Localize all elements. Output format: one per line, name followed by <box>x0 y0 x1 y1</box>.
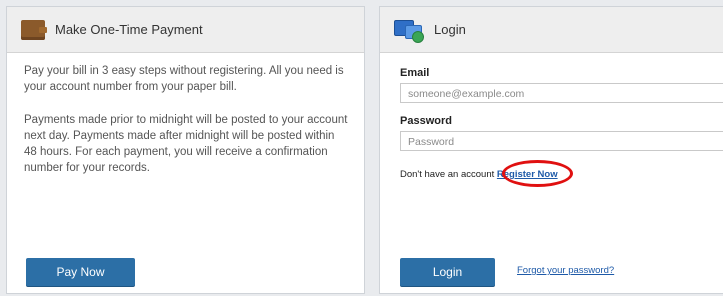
login-form: Email someone@example.com Password Passw… <box>380 53 723 187</box>
password-label: Password <box>400 115 452 127</box>
forgot-password-link[interactable]: Forgot your password? <box>517 265 614 276</box>
password-field[interactable]: Password <box>400 131 723 151</box>
email-label: Email <box>400 67 430 79</box>
login-button[interactable]: Login <box>400 258 495 286</box>
payment-description: Pay your bill in 3 easy steps without re… <box>24 63 350 176</box>
payment-instructions-text: Pay your bill in 3 easy steps without re… <box>24 65 344 93</box>
email-field[interactable]: someone@example.com <box>400 83 723 103</box>
register-prompt-text: Don't have an account <box>400 169 495 180</box>
computers-network-icon <box>394 18 424 43</box>
login-panel-header: Login <box>380 7 723 53</box>
wallet-icon <box>21 19 47 40</box>
login-panel: Login Email someone@example.com Password… <box>379 6 723 294</box>
login-panel-title: Login <box>434 22 466 37</box>
pay-now-button[interactable]: Pay Now <box>26 258 135 286</box>
payment-posting-text: Payments made prior to midnight will be … <box>24 114 348 174</box>
payment-panel-header: Make One-Time Payment <box>7 7 364 53</box>
payment-panel-title: Make One-Time Payment <box>55 22 203 37</box>
register-prompt: Don't have an account Register Now <box>400 160 723 187</box>
red-highlight-circle <box>502 160 573 187</box>
one-time-payment-panel: Make One-Time Payment Pay your bill in 3… <box>6 6 365 294</box>
